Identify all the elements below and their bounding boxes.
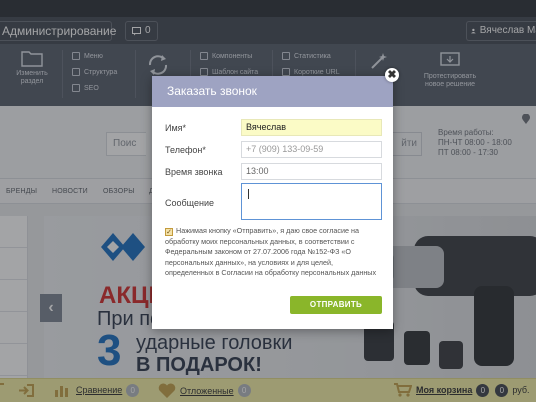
consent-block: ✓ Нажимая кнопку «Отправить», я даю свое … xyxy=(165,226,383,279)
submit-button[interactable]: ОТПРАВИТЬ xyxy=(290,296,382,314)
consent-checkbox[interactable]: ✓ xyxy=(165,228,173,236)
consent-text: Нажимая кнопку «Отправить», я даю свое с… xyxy=(165,226,377,278)
text-caret xyxy=(248,189,249,199)
message-label: Сообщение xyxy=(165,198,214,208)
modal-title: Заказать звонок xyxy=(152,76,393,107)
phone-field[interactable]: +7 (909) 133-09-59 xyxy=(241,141,382,158)
time-field[interactable]: 13:00 xyxy=(241,163,382,180)
name-field[interactable]: Вячеслав xyxy=(241,119,382,136)
name-label: Имя* xyxy=(165,123,187,133)
message-textarea[interactable] xyxy=(241,183,382,220)
phone-label: Телефон* xyxy=(165,145,206,155)
close-icon[interactable]: ✖ xyxy=(385,68,399,82)
time-label: Время звонка xyxy=(165,167,223,177)
callback-modal: Заказать звонок Имя* Вячеслав Телефон* +… xyxy=(152,76,393,329)
